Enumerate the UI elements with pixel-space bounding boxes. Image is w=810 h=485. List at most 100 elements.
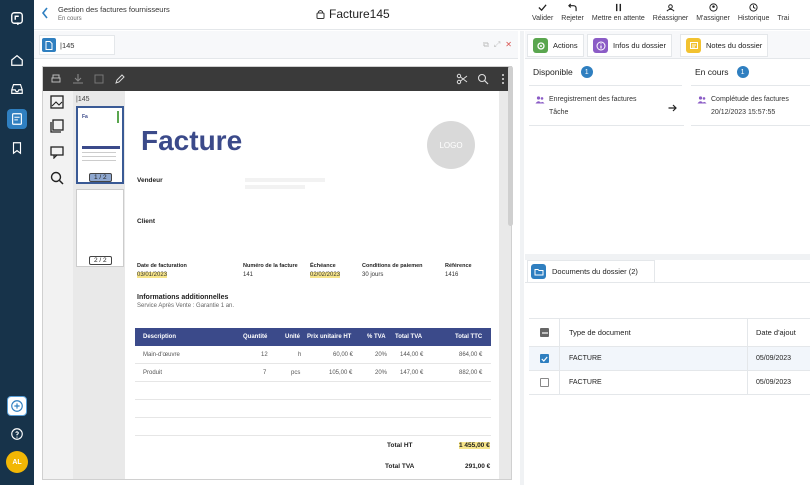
- in-progress-column-header: En cours 1: [695, 66, 749, 78]
- breadcrumb-title[interactable]: Gestion des factures fournisseurs: [58, 5, 170, 14]
- zoom-search-icon[interactable]: [50, 171, 66, 187]
- scissors-icon[interactable]: [455, 72, 469, 86]
- meta-value: 03/01/2023: [137, 272, 168, 278]
- document-tab-label: |145: [60, 40, 75, 50]
- total-ht-value: 1 455,00 €: [459, 442, 490, 449]
- tab-dossier-notes[interactable]: Notes du dossier: [680, 34, 769, 57]
- lock-icon: [316, 10, 325, 19]
- vendor-placeholder: [245, 178, 325, 182]
- pause-icon: [615, 3, 621, 12]
- table-row[interactable]: FACTURE 05/09/2023: [529, 347, 810, 371]
- meta-value: 1416: [445, 272, 459, 278]
- info-icon: [593, 38, 608, 53]
- pages-icon[interactable]: [50, 119, 66, 135]
- arrow-right-icon[interactable]: [668, 104, 677, 112]
- thumbnail-title: |145: [76, 96, 90, 103]
- assign-me-button[interactable]: M'assigner: [692, 2, 734, 28]
- more-icon: [779, 7, 787, 8]
- table-row[interactable]: FACTURE 05/09/2023: [529, 371, 810, 395]
- search-icon[interactable]: [476, 72, 490, 86]
- logo-placeholder: LOGO: [427, 121, 475, 169]
- meta-value: 30 jours: [362, 272, 384, 278]
- history-icon: [749, 3, 758, 12]
- tab-dossier-info[interactable]: Infos du dossier: [587, 34, 672, 57]
- popout-icon[interactable]: ⧉: [483, 40, 489, 50]
- document-title-text: Facture145: [329, 7, 390, 21]
- pane-splitter[interactable]: [520, 31, 524, 485]
- info-title: Informations additionnelles: [137, 294, 229, 301]
- meta-header: Référence: [445, 263, 472, 269]
- meta-header: Échéance: [310, 263, 336, 269]
- available-task-card[interactable]: Enregistrement des factures Tâche: [529, 90, 684, 126]
- in-progress-task-card[interactable]: Complétude des factures 20/12/2023 15:57…: [691, 90, 810, 126]
- thumbnail-panel: |145 Fa 1 / 2 2 / 2: [73, 91, 125, 479]
- documents-tab[interactable]: Documents du dossier (2): [527, 260, 655, 282]
- document-type: FACTURE: [569, 355, 602, 362]
- divider: [529, 85, 682, 86]
- pen-icon[interactable]: [113, 72, 127, 86]
- pdf-viewer: |145 Fa 1 / 2 2 / 2 Facture LOGO Vendeur…: [42, 66, 512, 480]
- inbox-icon[interactable]: [7, 79, 27, 99]
- print-icon[interactable]: [49, 72, 63, 86]
- document-icon: [42, 38, 56, 52]
- close-icon[interactable]: ✕: [505, 40, 512, 50]
- document-date: 05/09/2023: [756, 379, 792, 386]
- user-avatar[interactable]: AL: [6, 451, 28, 473]
- tasks-icon[interactable]: [7, 109, 27, 129]
- reject-button[interactable]: Rejeter: [557, 2, 588, 28]
- in-progress-count-badge: 1: [736, 66, 749, 78]
- history-button[interactable]: Historique: [734, 2, 774, 28]
- reassign-button[interactable]: Réassigner: [649, 2, 692, 28]
- pane-controls: ⧉ ⤢ ✕: [483, 40, 512, 50]
- users-icon: [535, 96, 545, 104]
- document-pane-header: |145 ⧉ ⤢ ✕: [34, 31, 518, 59]
- row-checkbox[interactable]: [540, 354, 549, 363]
- users-icon: [697, 96, 707, 104]
- documents-table: Type de document Date d'ajout FACTURE 05…: [529, 318, 810, 395]
- page-badge-1: 1 / 2: [89, 173, 112, 182]
- document-tab[interactable]: |145: [39, 35, 115, 55]
- help-icon[interactable]: [7, 424, 27, 444]
- check-icon: [538, 4, 547, 12]
- meta-header: Numéro de la facture: [243, 263, 298, 269]
- expand-icon[interactable]: ⤢: [494, 40, 500, 50]
- row-checkbox[interactable]: [540, 378, 549, 387]
- table-row: [135, 418, 491, 436]
- top-header: Gestion des factures fournisseurs En cou…: [34, 0, 810, 30]
- document-title: Facture145: [316, 7, 390, 21]
- left-nav: AL: [0, 0, 34, 485]
- invoice-line-table: Description Quantité Unité Prix unitaire…: [135, 328, 491, 436]
- meta-header: Conditions de paiemen: [362, 263, 423, 269]
- comment-icon[interactable]: [50, 145, 66, 161]
- download-icon[interactable]: [71, 72, 85, 86]
- image-icon[interactable]: [50, 95, 66, 111]
- bookmark-icon[interactable]: [7, 138, 27, 158]
- right-pane-tabs: Actions Infos du dossier Notes du dossie…: [525, 31, 810, 59]
- breadcrumb-status: En cours: [58, 16, 82, 22]
- column-header-type[interactable]: Type de document: [569, 319, 631, 346]
- reassign-icon: [666, 4, 675, 12]
- tab-actions[interactable]: Actions: [527, 34, 584, 57]
- page-badge-2: 2 / 2: [89, 256, 112, 265]
- vendor-placeholder: [245, 185, 305, 189]
- select-all-checkbox[interactable]: [540, 328, 549, 337]
- add-icon[interactable]: [7, 396, 27, 416]
- app-logo-icon[interactable]: [7, 8, 27, 28]
- viewer-toolbar: [43, 67, 511, 91]
- validate-button[interactable]: Valider: [528, 2, 557, 28]
- undo-icon: [568, 3, 577, 12]
- home-icon[interactable]: [7, 50, 27, 70]
- back-chevron-icon[interactable]: [40, 6, 50, 20]
- column-header-date[interactable]: Date d'ajout: [756, 319, 796, 346]
- save-icon[interactable]: [92, 72, 106, 86]
- more-actions-button[interactable]: Trai: [773, 2, 793, 28]
- action-toolbar: Valider Rejeter Mettre en attente Réassi…: [528, 2, 793, 28]
- table-row: [135, 400, 491, 418]
- viewer-scrollbar[interactable]: [508, 66, 513, 226]
- divider: [525, 282, 810, 283]
- hold-button[interactable]: Mettre en attente: [588, 2, 649, 28]
- meta-header: Date de facturation: [137, 263, 187, 269]
- folder-icon: [531, 264, 546, 279]
- user-icon: [708, 3, 718, 12]
- note-icon: [686, 38, 701, 53]
